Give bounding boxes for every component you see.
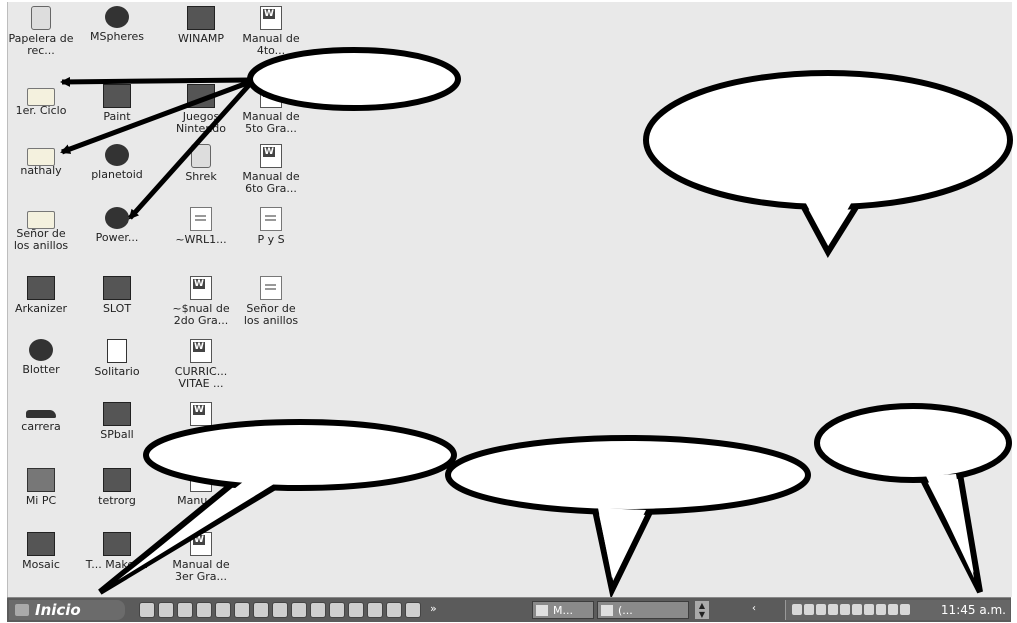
quick-launch-icon[interactable] — [367, 602, 383, 618]
quick-launch-icon[interactable] — [215, 602, 231, 618]
quick-launch-icon[interactable] — [177, 602, 193, 618]
start-button[interactable]: Inicio — [9, 600, 125, 620]
annotation-overlay — [60, 47, 1013, 600]
taskbar-button[interactable]: M... — [532, 601, 594, 619]
tray-icons — [792, 604, 910, 615]
taskbar-button[interactable]: (... — [597, 601, 689, 619]
quick-launch-bar: » — [139, 602, 437, 618]
callout-bubble-icons — [247, 47, 461, 111]
tray-icon[interactable] — [852, 604, 862, 615]
quick-launch-icon[interactable] — [348, 602, 364, 618]
callout-bubble-taskbar — [445, 435, 811, 515]
tray-icon[interactable] — [816, 604, 826, 615]
quick-launch-icon[interactable] — [253, 602, 269, 618]
quick-launch-icon[interactable] — [386, 602, 402, 618]
quick-launch-icon[interactable] — [291, 602, 307, 618]
clock[interactable]: 11:45 a.m. — [941, 602, 1006, 618]
quick-launch-icon[interactable] — [310, 602, 326, 618]
quick-launch-icon[interactable] — [158, 602, 174, 618]
quick-launch-icon[interactable] — [329, 602, 345, 618]
taskbar-button-label: M... — [553, 604, 573, 617]
quick-launch-more-button[interactable]: » — [430, 602, 437, 618]
arrow-to-folders — [60, 76, 252, 220]
windows-logo-icon — [15, 604, 29, 616]
arrow-icon — [60, 76, 251, 87]
taskbar-button-label: (... — [618, 604, 633, 617]
tray-icon[interactable] — [804, 604, 814, 615]
quick-launch-icon[interactable] — [405, 602, 421, 618]
quick-launch-icon[interactable] — [272, 602, 288, 618]
quick-launch-icon[interactable] — [196, 602, 212, 618]
tray-icon[interactable] — [888, 604, 898, 615]
tray-icon[interactable] — [876, 604, 886, 615]
callout-bubble-tray — [814, 403, 1012, 483]
callout-bubble-start — [143, 419, 457, 491]
taskbar: Inicio » M... (... ▲ ▼ ‹ 11:45 a.m. — [7, 597, 1011, 622]
tray-icon[interactable] — [900, 604, 910, 615]
word-document-icon — [536, 605, 548, 616]
start-label: Inicio — [35, 601, 81, 619]
tray-icon[interactable] — [828, 604, 838, 615]
tray-icon[interactable] — [864, 604, 874, 615]
window-icon — [601, 605, 613, 616]
tray-expand-icon[interactable]: ‹ — [752, 603, 756, 614]
tray-icon[interactable] — [792, 604, 802, 615]
callout-tail-fill — [118, 478, 274, 580]
callout-bubble-desktop — [643, 70, 1013, 210]
tray-icon[interactable] — [840, 604, 850, 615]
quick-launch-icon[interactable] — [139, 602, 155, 618]
system-tray: 11:45 a.m. — [785, 600, 1010, 620]
taskbar-scroll-arrows[interactable]: ▲ ▼ — [695, 601, 709, 619]
quick-launch-icon[interactable] — [234, 602, 250, 618]
